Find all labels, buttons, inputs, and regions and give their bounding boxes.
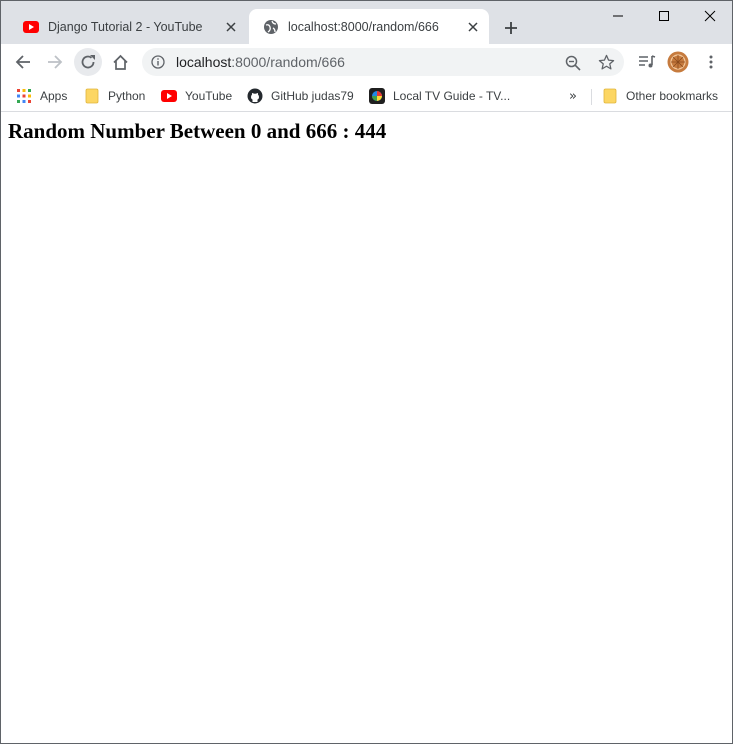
- github-icon: [247, 88, 263, 104]
- media-control-icon[interactable]: [636, 51, 658, 73]
- minimize-icon: [613, 15, 623, 17]
- close-icon[interactable]: [221, 17, 241, 37]
- page-heading: Random Number Between 0 and 666 : 444: [8, 119, 387, 143]
- youtube-icon: [161, 88, 177, 104]
- info-icon[interactable]: [150, 54, 166, 70]
- bookmarks-bar: Apps Python YouTube GitHub judas79 Local…: [1, 81, 732, 112]
- address-bar[interactable]: localhost:8000/random/666: [142, 48, 624, 76]
- plus-icon: [505, 22, 517, 34]
- bookmarks-divider: [591, 89, 592, 105]
- new-tab-button[interactable]: [499, 16, 523, 40]
- reload-button[interactable]: [74, 48, 102, 76]
- folder-icon: [84, 88, 100, 104]
- bookmark-youtube[interactable]: YouTube: [161, 85, 232, 107]
- home-icon: [112, 54, 128, 70]
- tab-title: Django Tutorial 2 - YouTube: [48, 19, 203, 34]
- globe-icon: [263, 19, 279, 35]
- maximize-icon: [659, 11, 669, 21]
- bookmarks-overflow-button[interactable]: »: [569, 89, 577, 104]
- close-icon: [704, 10, 716, 22]
- apps-grid-icon: [16, 88, 32, 104]
- bookmark-label: GitHub judas79: [271, 89, 354, 103]
- bookmark-label: Python: [108, 89, 146, 103]
- arrow-left-icon: [15, 55, 30, 69]
- tab-localhost[interactable]: localhost:8000/random/666: [249, 9, 489, 44]
- minimize-button[interactable]: [595, 1, 641, 31]
- bookmark-label: YouTube: [185, 89, 233, 103]
- profile-avatar[interactable]: [667, 51, 689, 73]
- url-text[interactable]: localhost:8000/random/666: [176, 54, 345, 70]
- youtube-icon: [23, 19, 39, 35]
- more-menu-icon[interactable]: [700, 51, 722, 73]
- arrow-right-icon: [48, 55, 63, 69]
- url-host: localhost: [176, 54, 232, 70]
- avatar-icon: [667, 51, 689, 73]
- tab-django-tutorial[interactable]: Django Tutorial 2 - YouTube: [9, 9, 247, 44]
- folder-icon: [602, 88, 618, 104]
- tab-strip: Django Tutorial 2 - YouTube localhost:80…: [1, 1, 732, 44]
- page-content: Random Number Between 0 and 666 : 444: [1, 113, 732, 743]
- tv-guide-icon: [369, 88, 385, 104]
- bookmark-python[interactable]: Python: [84, 85, 145, 107]
- tab-title: localhost:8000/random/666: [288, 19, 439, 34]
- toolbar: localhost:8000/random/666: [1, 44, 732, 81]
- other-bookmarks[interactable]: Other bookmarks: [602, 85, 718, 107]
- maximize-button[interactable]: [641, 1, 687, 31]
- back-button[interactable]: [9, 48, 37, 76]
- close-icon[interactable]: [463, 17, 483, 37]
- forward-button[interactable]: [41, 48, 69, 76]
- bookmark-local-tv-guide[interactable]: Local TV Guide - TV...: [369, 85, 510, 107]
- window-close-button[interactable]: [687, 1, 732, 31]
- bookmark-label: Apps: [40, 89, 68, 103]
- bookmark-apps[interactable]: Apps: [16, 85, 67, 107]
- zoom-out-icon[interactable]: [564, 54, 582, 72]
- url-path: :8000/random/666: [231, 54, 345, 70]
- bookmark-github[interactable]: GitHub judas79: [247, 85, 354, 107]
- bookmark-star-icon[interactable]: [597, 53, 615, 71]
- bookmark-label: Other bookmarks: [626, 89, 719, 103]
- bookmark-label: Local TV Guide - TV...: [393, 89, 511, 103]
- browser-window: Django Tutorial 2 - YouTube localhost:80…: [0, 0, 733, 744]
- reload-icon: [81, 55, 95, 69]
- home-button[interactable]: [106, 48, 134, 76]
